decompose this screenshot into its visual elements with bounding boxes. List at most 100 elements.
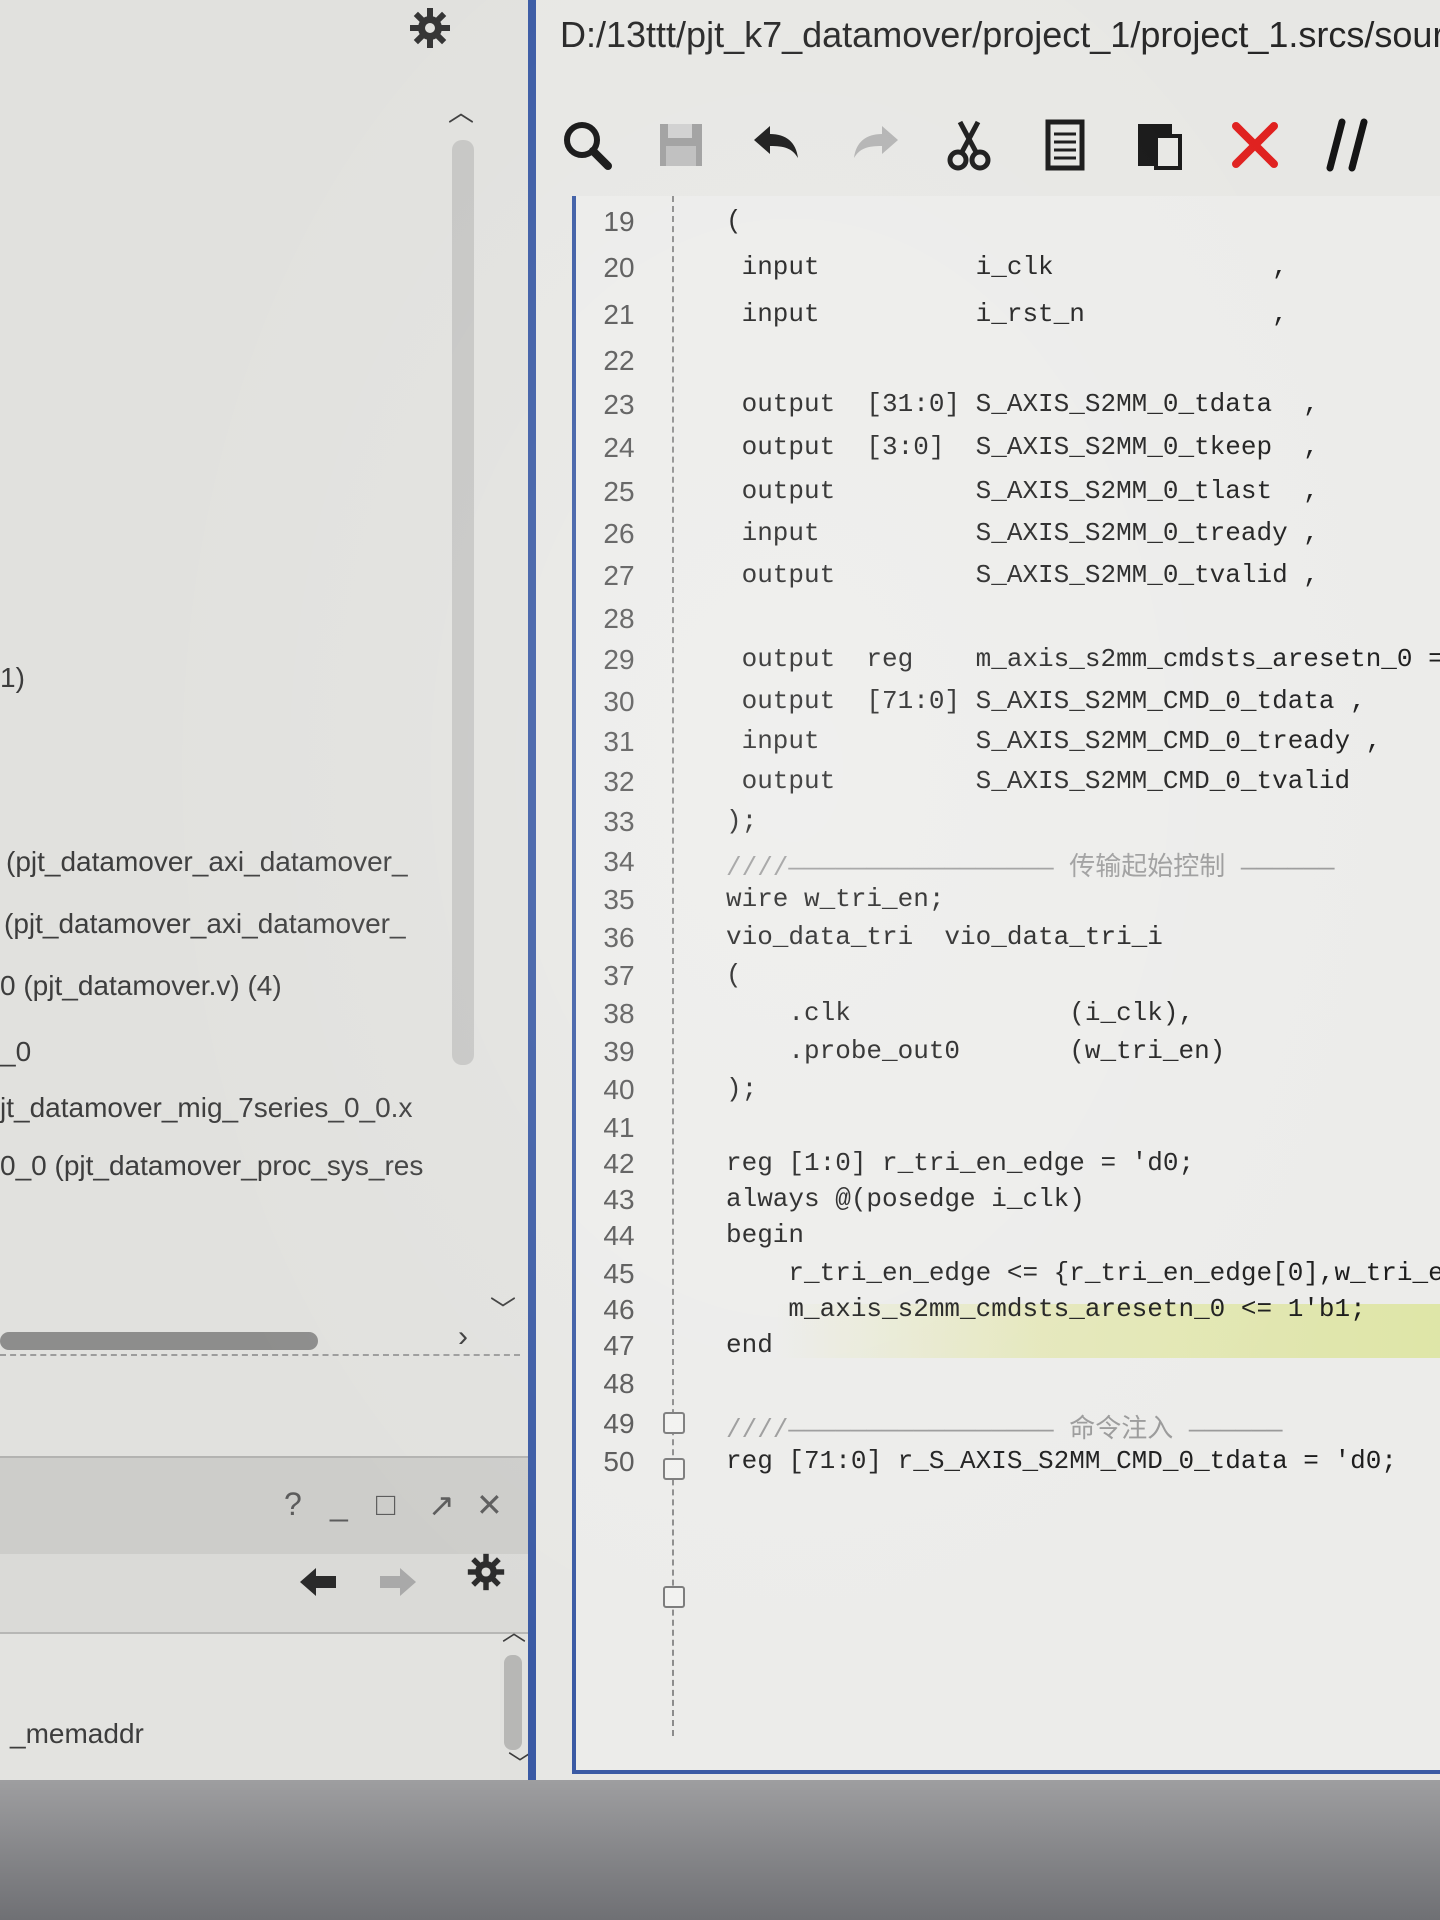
code-text: output [3:0] S_AXIS_S2MM_0_tkeep , [726, 432, 1319, 462]
line-number: 21 [603, 299, 635, 330]
code-line[interactable]: 20 input i_clk , [576, 252, 1440, 302]
code-text: .probe_out0 (w_tri_en) [726, 1036, 1226, 1066]
back-arrow-icon[interactable] [296, 1562, 340, 1602]
line-number: 41 [603, 1112, 635, 1143]
code-text: output S_AXIS_S2MM_0_tlast , [726, 476, 1319, 506]
code-text: ( [726, 206, 742, 236]
scroll-up-icon[interactable]: ︿ [448, 92, 474, 129]
tree-item[interactable]: 1) [0, 662, 25, 694]
line-number: 36 [603, 922, 635, 953]
line-number: 25 [603, 476, 635, 507]
code-text: ////————————————————— 命令注入 —————— [726, 1415, 1283, 1445]
line-number: 46 [603, 1294, 635, 1325]
code-line[interactable]: 24 output [3:0] S_AXIS_S2MM_0_tkeep , [576, 432, 1440, 482]
properties-toolbar [0, 1554, 530, 1634]
line-number: 28 [603, 603, 635, 634]
code-area[interactable]: 19(20 input i_clk , 21 input i_rst_n , 22 2… [572, 196, 1440, 1774]
code-text: ( [726, 960, 742, 990]
line-number: 47 [603, 1330, 635, 1361]
code-text: output [31:0] S_AXIS_S2MM_0_tdata , [726, 389, 1319, 419]
gear-icon[interactable] [408, 6, 452, 50]
code-text: output S_AXIS_S2MM_CMD_0_tvalid [726, 766, 1351, 796]
cut-icon[interactable] [940, 116, 998, 174]
copy-icon[interactable] [1036, 116, 1094, 174]
tree-vertical-scrollbar[interactable] [452, 140, 474, 1065]
panel-divider[interactable] [528, 0, 536, 1780]
line-number: 19 [603, 206, 635, 237]
undo-icon[interactable] [748, 116, 806, 174]
delete-icon[interactable] [1226, 116, 1284, 174]
scroll-right-icon[interactable]: › [458, 1320, 468, 1354]
line-number: 37 [603, 960, 635, 991]
gear-icon[interactable] [466, 1552, 506, 1592]
hierarchy-tree: 1) (pjt_datamover_axi_datamover_ (pjt_da… [0, 60, 500, 1360]
line-number: 42 [603, 1148, 635, 1179]
code-line[interactable]: 21 input i_rst_n , [576, 299, 1440, 349]
line-number: 33 [603, 806, 635, 837]
code-text: reg [1:0] r_tri_en_edge = 'd0; [726, 1148, 1195, 1178]
code-text: r_tri_en_edge <= {r_tri_en_edge[0],w_tri… [726, 1258, 1440, 1288]
sources-panel: 1) (pjt_datamover_axi_datamover_ (pjt_da… [0, 0, 532, 1920]
code-editor: D:/13ttt/pjt_k7_datamover/project_1/proj… [536, 0, 1440, 1780]
code-text: ////————————————————— 传输起始控制 —————— [726, 853, 1335, 883]
code-line[interactable]: 19 ( [576, 206, 1440, 256]
line-number: 27 [603, 560, 635, 591]
tree-item[interactable]: jt_datamover_mig_7series_0_0.x [0, 1092, 412, 1124]
minimize-icon[interactable]: _ [330, 1486, 348, 1523]
code-line[interactable]: 22 [576, 345, 1440, 395]
line-number: 31 [603, 726, 635, 757]
tree-horizontal-scrollbar[interactable] [0, 1332, 318, 1350]
code-text: input i_rst_n , [726, 299, 1288, 329]
line-number: 26 [603, 518, 635, 549]
scroll-up-icon[interactable]: ︿ [502, 1612, 526, 1647]
code-text: begin [726, 1220, 805, 1250]
properties-vertical-scrollbar[interactable] [504, 1655, 522, 1750]
file-path-title: D:/13ttt/pjt_k7_datamover/project_1/proj… [560, 14, 1440, 55]
tree-item[interactable]: 0 (pjt_datamover.v) (4) [0, 970, 282, 1002]
line-number: 38 [603, 998, 635, 1029]
save-icon[interactable] [652, 116, 710, 174]
scroll-down-icon[interactable]: ﹀ [490, 1290, 516, 1327]
line-number: 39 [603, 1036, 635, 1067]
editor-toolbar [536, 102, 1440, 188]
close-icon[interactable]: ✕ [476, 1486, 503, 1524]
paste-icon[interactable] [1130, 116, 1188, 174]
line-number: 35 [603, 884, 635, 915]
tree-item[interactable]: _0 [0, 1036, 31, 1068]
line-number: 40 [603, 1074, 635, 1105]
redo-icon[interactable] [846, 116, 904, 174]
screen: 1) (pjt_datamover_axi_datamover_ (pjt_da… [0, 0, 1440, 1920]
tree-item[interactable]: (pjt_datamover_axi_datamover_ [6, 846, 408, 878]
float-icon[interactable]: ↗ [428, 1486, 455, 1524]
code-line[interactable]: 50 reg [71:0] r_S_AXIS_S2MM_CMD_0_tdata =… [576, 1446, 1440, 1496]
tree-item[interactable]: 0_0 (pjt_datamover_proc_sys_res [0, 1150, 423, 1182]
code-text: output S_AXIS_S2MM_0_tvalid , [726, 560, 1319, 590]
line-number: 20 [603, 252, 635, 283]
property-row[interactable]: _memaddr [10, 1718, 144, 1750]
code-text: input i_clk , [726, 252, 1288, 282]
line-number: 43 [603, 1184, 635, 1215]
code-text: input S_AXIS_S2MM_0_tready , [726, 518, 1319, 548]
line-number: 50 [603, 1446, 635, 1477]
code-text: reg [71:0] r_S_AXIS_S2MM_CMD_0_tdata = '… [726, 1446, 1397, 1476]
code-text: output reg m_axis_s2mm_cmdsts_aresetn_0 … [726, 644, 1440, 674]
code-text: ); [726, 806, 758, 836]
code-text: output [71:0] S_AXIS_S2MM_CMD_0_tdata , [726, 686, 1366, 716]
line-number: 22 [603, 345, 635, 376]
forward-arrow-icon[interactable] [376, 1562, 420, 1602]
restore-icon[interactable]: □ [376, 1486, 395, 1523]
desktop-bottom [0, 1780, 1440, 1920]
code-text: ); [726, 1074, 758, 1104]
code-text: wire w_tri_en; [726, 884, 945, 914]
line-number: 29 [603, 644, 635, 675]
help-icon[interactable]: ? [284, 1486, 302, 1523]
tree-item[interactable]: (pjt_datamover_axi_datamover_ [4, 908, 406, 940]
code-text: m_axis_s2mm_cmdsts_aresetn_0 <= 1'b1; [726, 1294, 1366, 1324]
fold-toggle-icon[interactable] [663, 1586, 685, 1608]
search-icon[interactable] [558, 116, 616, 174]
line-number: 23 [603, 389, 635, 420]
code-text: .clk (i_clk), [726, 998, 1195, 1028]
properties-list: _memaddr [0, 1634, 500, 1804]
line-number: 34 [603, 846, 635, 877]
comment-icon[interactable] [1320, 116, 1378, 174]
